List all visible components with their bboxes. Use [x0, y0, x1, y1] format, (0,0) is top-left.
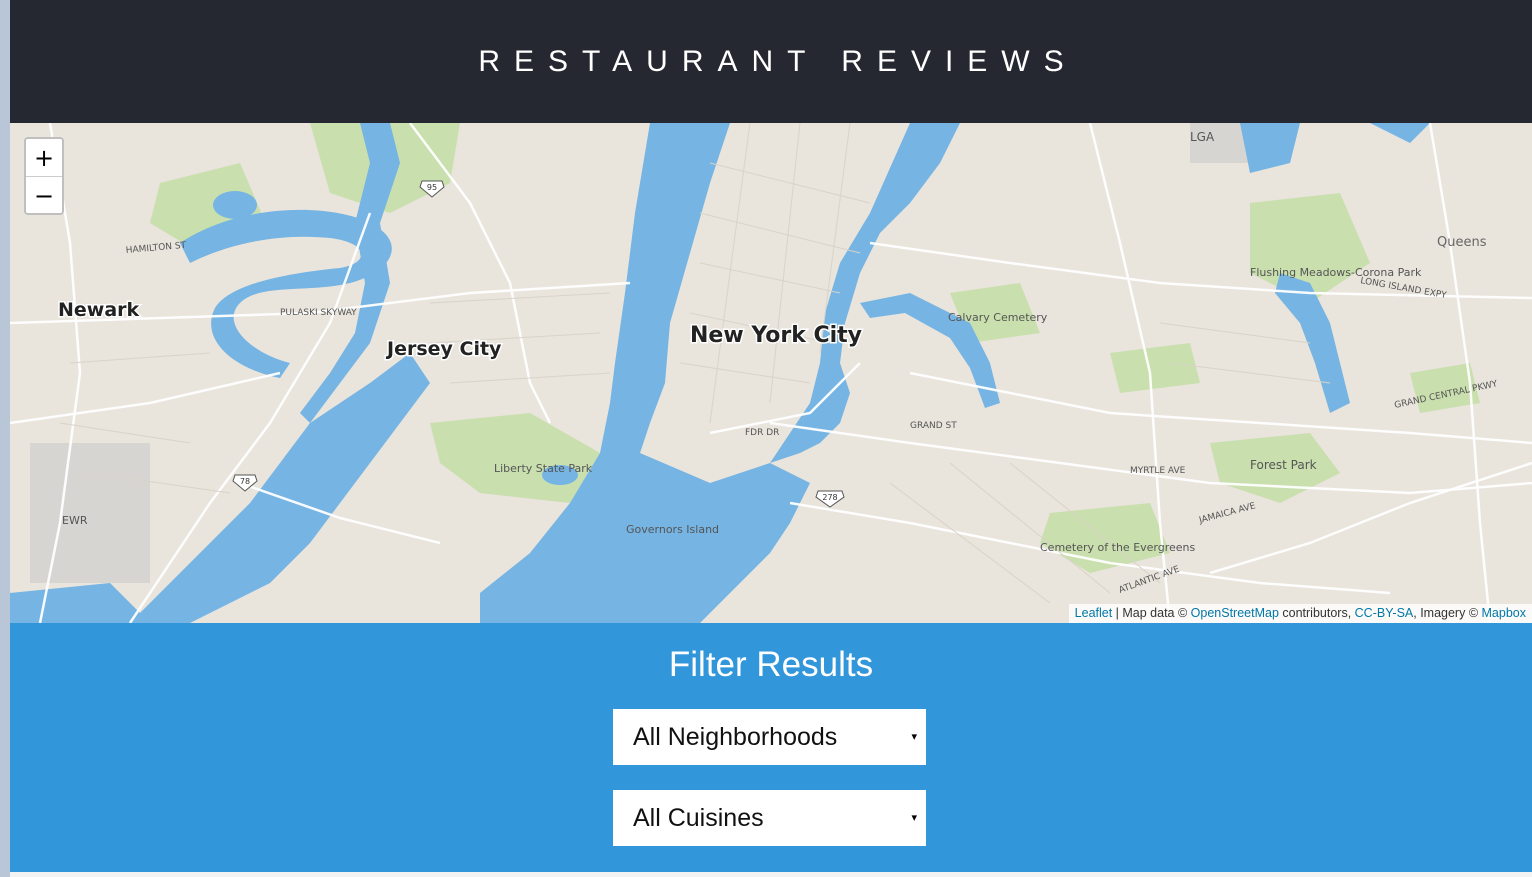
label-jersey-city: Jersey City: [385, 338, 502, 360]
label-flushing-meadows: Flushing Meadows-Corona Park: [1250, 266, 1422, 279]
cuisines-selected-value: All Cuisines: [633, 803, 764, 832]
zoom-out-button[interactable]: −: [26, 177, 62, 213]
label-cemetery-evergreens: Cemetery of the Evergreens: [1040, 541, 1196, 554]
mapbox-link[interactable]: Mapbox: [1482, 606, 1526, 620]
map-attribution: Leaflet | Map data © OpenStreetMap contr…: [1068, 604, 1532, 623]
filter-title: Filter Results: [668, 645, 874, 684]
zoom-control: + −: [24, 137, 64, 215]
label-grand-st: GRAND ST: [910, 421, 957, 431]
dropdown-caret-icon: ▾: [911, 811, 917, 824]
label-queens: Queens: [1437, 235, 1487, 250]
restaurant-map[interactable]: 95 78 278 Newark Jersey City New York Ci…: [10, 123, 1532, 623]
svg-text:78: 78: [240, 477, 250, 486]
cc-by-sa-link[interactable]: CC-BY-SA: [1355, 606, 1414, 620]
label-lga: LGA: [1190, 130, 1215, 144]
cuisines-select[interactable]: All Cuisines ▾: [613, 790, 926, 846]
label-liberty-state-park: Liberty State Park: [494, 462, 593, 475]
attribution-sep: | Map data ©: [1112, 606, 1191, 620]
label-myrtle-ave: MYRTLE AVE: [1130, 466, 1186, 476]
label-ewr: EWR: [62, 514, 88, 527]
label-forest-park: Forest Park: [1250, 458, 1317, 472]
page-bottom-divider: [10, 872, 1532, 877]
attribution-imagery: , Imagery ©: [1413, 606, 1482, 620]
neighborhoods-selected-value: All Neighborhoods: [633, 722, 838, 751]
svg-text:278: 278: [822, 493, 837, 502]
label-fdr-dr: FDR DR: [745, 428, 779, 438]
page: RESTAURANT REVIEWS 95 78 278 Newark Jers…: [10, 0, 1532, 877]
ewr-airport: [30, 443, 150, 583]
label-governors-island: Governors Island: [626, 523, 719, 536]
svg-text:95: 95: [427, 183, 437, 192]
openstreetmap-link[interactable]: OpenStreetMap: [1191, 606, 1279, 620]
page-title: RESTAURANT REVIEWS: [478, 44, 1078, 78]
attribution-contributors: contributors,: [1278, 606, 1355, 620]
dropdown-caret-icon: ▾: [911, 730, 917, 743]
filter-section: Filter Results All Neighborhoods ▾ All C…: [10, 623, 1532, 872]
label-newark: Newark: [58, 299, 140, 321]
label-calvary-cemetery: Calvary Cemetery: [948, 311, 1048, 324]
label-new-york-city: New York City: [690, 323, 862, 348]
zoom-in-button[interactable]: +: [26, 139, 62, 177]
map-tiles[interactable]: 95 78 278 Newark Jersey City New York Ci…: [10, 123, 1532, 623]
site-header: RESTAURANT REVIEWS: [10, 0, 1532, 123]
label-pulaski-skyway: PULASKI SKYWAY: [280, 308, 357, 318]
neighborhoods-select[interactable]: All Neighborhoods ▾: [613, 709, 926, 765]
leaflet-link[interactable]: Leaflet: [1075, 606, 1113, 620]
